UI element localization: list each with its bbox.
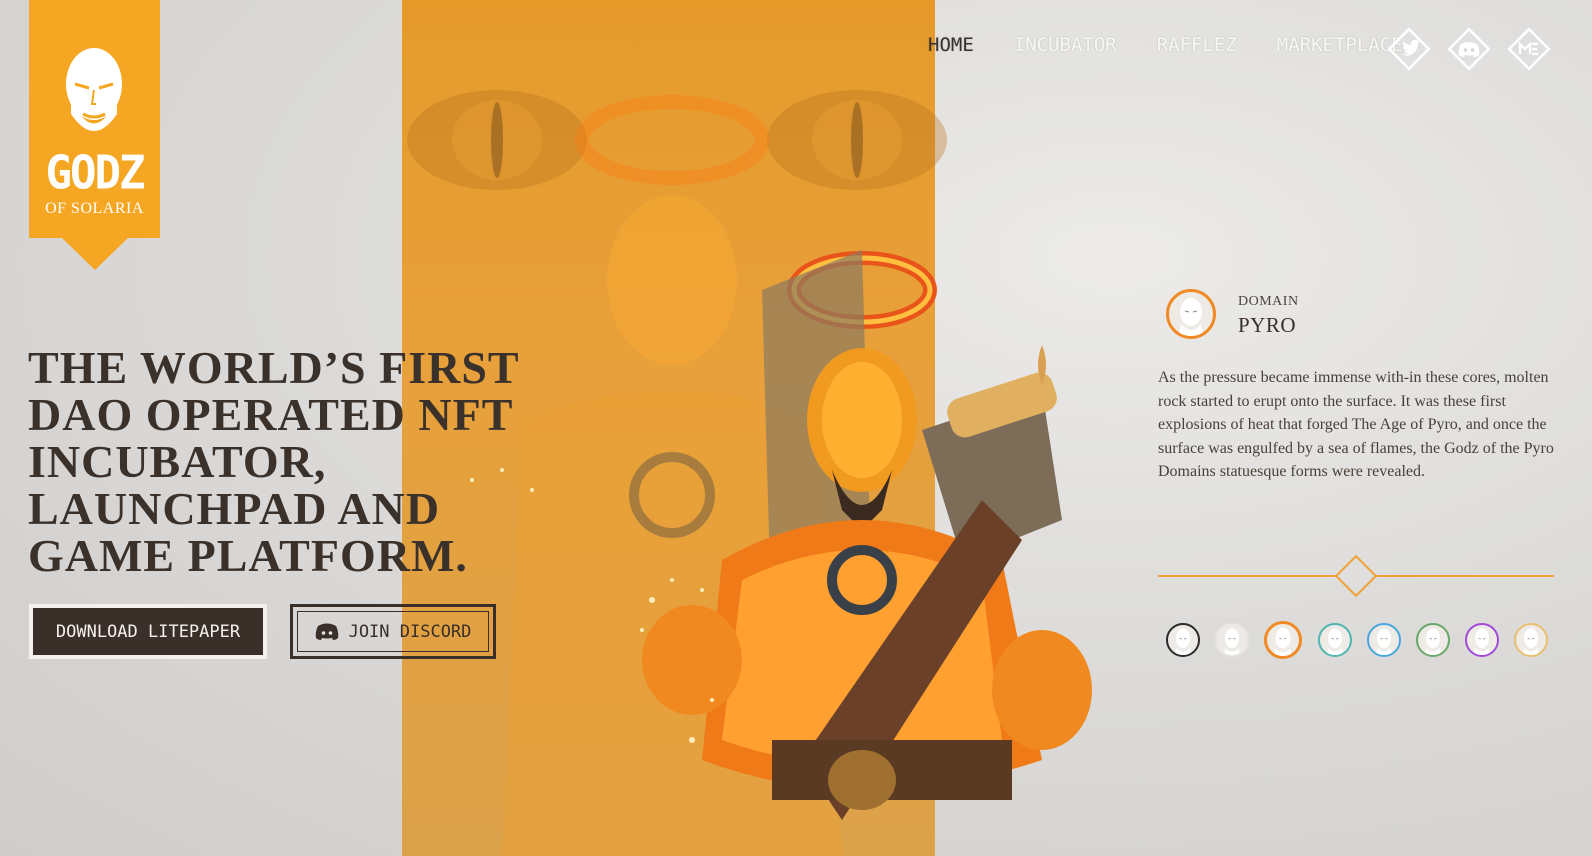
domain-avatar (1166, 289, 1216, 339)
nav-home[interactable]: HOME (928, 34, 974, 56)
divider-diamond-icon (1334, 554, 1378, 598)
download-litepaper-label: DOWNLOAD LITEPAPER (55, 621, 241, 642)
domain-avatar-4[interactable] (1317, 623, 1352, 657)
nav-incubator[interactable]: INCUBATOR (1014, 34, 1117, 56)
twitter-icon (1387, 27, 1431, 71)
god-face-icon (1274, 627, 1292, 656)
god-face-icon (1224, 628, 1241, 655)
logo-banner-notch (62, 238, 128, 270)
domain-avatar-5[interactable] (1366, 623, 1401, 657)
nav-rafflez[interactable]: RAFFLEZ (1157, 34, 1237, 56)
logo-subtitle: OF SOLARIA (45, 200, 144, 217)
god-face-icon (1424, 628, 1441, 655)
magic-eden-icon (1507, 27, 1551, 71)
domain-avatar-8[interactable] (1514, 623, 1549, 657)
domain-selector (1166, 621, 1564, 659)
page: GODZ OF SOLARIA HOME INCUBATOR RAFFLEZ M… (0, 0, 1592, 856)
domain-avatar-2[interactable] (1215, 623, 1250, 657)
god-face-icon (1523, 628, 1540, 655)
magic-eden-link[interactable] (1504, 24, 1554, 74)
domain-avatar-7[interactable] (1465, 623, 1500, 657)
god-face-icon (1326, 628, 1343, 655)
brand-logo[interactable]: GODZ OF SOLARIA (29, 0, 160, 270)
domain-description: As the pressure became immense with-in t… (1158, 369, 1554, 481)
domain-avatar-pyro[interactable] (1264, 621, 1303, 659)
god-face-logo-icon (66, 48, 122, 131)
god-face-icon (1375, 628, 1392, 655)
domain-label: DOMAIN (1238, 294, 1299, 309)
god-face-icon (1179, 298, 1203, 336)
god-face-icon (1175, 628, 1191, 655)
domain-avatar-6[interactable] (1415, 623, 1450, 657)
discord-icon (1447, 27, 1491, 71)
twitter-link[interactable] (1384, 24, 1434, 74)
domain-name: PYRO (1238, 313, 1297, 337)
main-nav: HOME INCUBATOR RAFFLEZ MARKETPLACE (928, 34, 1443, 56)
join-discord-inner-border (297, 611, 489, 652)
download-litepaper-button[interactable]: DOWNLOAD LITEPAPER (29, 604, 267, 659)
discord-link[interactable] (1444, 24, 1494, 74)
social-links (1384, 24, 1554, 74)
logo-title: GODZ (45, 146, 146, 201)
hero-headline: THE WORLD’S FIRST DAO OPERATED NFT INCUB… (28, 342, 519, 581)
god-face-icon (1474, 628, 1491, 655)
domain-avatar-1[interactable] (1166, 623, 1200, 657)
join-discord-button[interactable]: JOIN DISCORD (290, 604, 496, 659)
